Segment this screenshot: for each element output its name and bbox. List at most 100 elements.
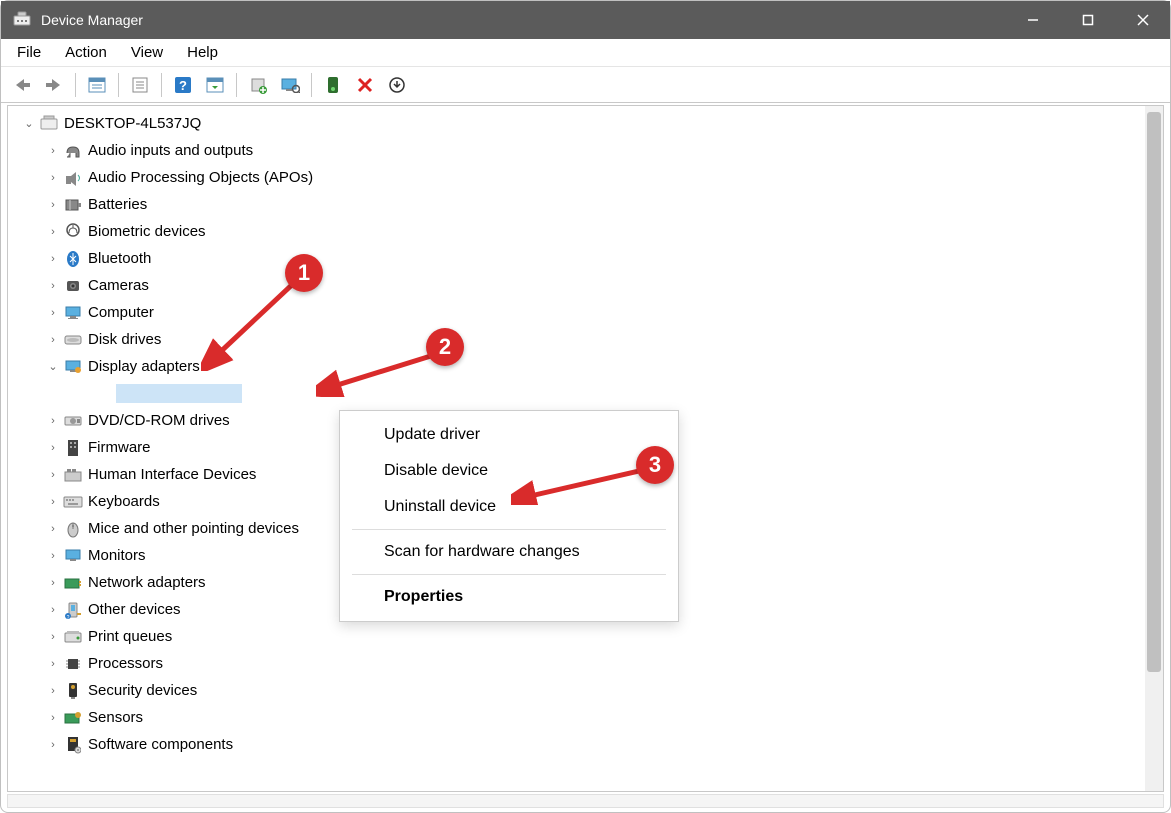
chevron-right-icon[interactable]: ›: [44, 172, 62, 184]
maximize-button[interactable]: [1060, 1, 1115, 39]
chevron-right-icon[interactable]: ›: [44, 307, 62, 319]
tree-item-label: Firmware: [88, 439, 151, 456]
toolbar-separator: [311, 73, 312, 97]
ctx-scan-hardware[interactable]: Scan for hardware changes: [340, 534, 678, 570]
scrollbar-vertical[interactable]: [1145, 106, 1163, 791]
help-button[interactable]: ?: [168, 70, 198, 100]
display-adapter-icon: [90, 384, 112, 404]
tree-item[interactable]: ›Cameras: [12, 272, 1163, 299]
chevron-right-icon[interactable]: ›: [44, 712, 62, 724]
forward-button[interactable]: [39, 70, 69, 100]
chevron-right-icon[interactable]: ›: [44, 631, 62, 643]
scan-hardware-button[interactable]: [275, 70, 305, 100]
tree-item-label: DVD/CD-ROM drives: [88, 412, 230, 429]
tree-item-label: Sensors: [88, 709, 143, 726]
chevron-right-icon[interactable]: ›: [44, 469, 62, 481]
toolbar-separator: [118, 73, 119, 97]
menu-file[interactable]: File: [5, 41, 53, 64]
tree-item[interactable]: › Print queues: [12, 623, 1163, 650]
chevron-right-icon[interactable]: ›: [44, 442, 62, 454]
chevron-right-icon[interactable]: ›: [44, 226, 62, 238]
chevron-right-icon[interactable]: ›: [44, 658, 62, 670]
ctx-properties[interactable]: Properties: [340, 579, 678, 615]
ctx-disable-device[interactable]: Disable device: [340, 453, 678, 489]
tree-item[interactable]: › Biometric devices: [12, 218, 1163, 245]
properties-button[interactable]: [125, 70, 155, 100]
chevron-down-icon[interactable]: ⌄: [44, 360, 62, 373]
update-driver-button[interactable]: [243, 70, 273, 100]
chevron-right-icon[interactable]: ›: [44, 523, 62, 535]
chevron-right-icon[interactable]: ›: [44, 199, 62, 211]
tree-item[interactable]: › Audio inputs and outputs: [12, 137, 1163, 164]
scrollbar-thumb[interactable]: [1147, 112, 1161, 672]
disable-device-button[interactable]: [350, 70, 380, 100]
tree-item-label: Biometric devices: [88, 223, 206, 240]
tree-item[interactable]: ›Security devices: [12, 677, 1163, 704]
category-icon: [62, 627, 84, 647]
app-icon: [11, 9, 33, 31]
tree-item[interactable]: ⌄Display adapters: [12, 353, 1163, 380]
chevron-right-icon[interactable]: ›: [44, 415, 62, 427]
tree-item[interactable]: ›Software components: [12, 731, 1163, 758]
menu-action[interactable]: Action: [53, 41, 119, 64]
tree-item-label: Processors: [88, 655, 163, 672]
action-button[interactable]: [200, 70, 230, 100]
ctx-separator: [352, 574, 666, 575]
tree-item[interactable]: › Sensors: [12, 704, 1163, 731]
tree-item-label: Disk drives: [88, 331, 161, 348]
window-controls: [1005, 1, 1170, 39]
back-button[interactable]: [7, 70, 37, 100]
menu-help[interactable]: Help: [175, 41, 230, 64]
menu-bar: File Action View Help: [1, 39, 1170, 67]
chevron-right-icon[interactable]: ›: [44, 334, 62, 346]
show-hide-tree-button[interactable]: [82, 70, 112, 100]
tree-item[interactable]: ›Audio Processing Objects (APOs): [12, 164, 1163, 191]
tree-root[interactable]: ⌄ DESKTOP-4L537JQ: [12, 110, 1163, 137]
chevron-right-icon[interactable]: ›: [44, 685, 62, 697]
chevron-right-icon[interactable]: ›: [44, 280, 62, 292]
tree-item-selected[interactable]: [12, 380, 1163, 407]
chevron-right-icon[interactable]: ›: [44, 550, 62, 562]
chevron-right-icon[interactable]: ›: [44, 577, 62, 589]
context-menu: Update driver Disable device Uninstall d…: [339, 410, 679, 622]
minimize-button[interactable]: [1005, 1, 1060, 39]
ctx-separator: [352, 529, 666, 530]
tree-item-label: Monitors: [88, 547, 146, 564]
chevron-right-icon[interactable]: ›: [44, 496, 62, 508]
tree-item[interactable]: › Processors: [12, 650, 1163, 677]
tree-item[interactable]: › Computer: [12, 299, 1163, 326]
tree-item[interactable]: › Disk drives: [12, 326, 1163, 353]
close-button[interactable]: [1115, 1, 1170, 39]
chevron-right-icon[interactable]: ›: [44, 253, 62, 265]
chevron-down-icon[interactable]: ⌄: [20, 117, 38, 130]
tree-item[interactable]: ›Bluetooth: [12, 245, 1163, 272]
svg-text:?: ?: [179, 78, 187, 93]
title-bar: Device Manager: [1, 1, 1170, 39]
menu-view[interactable]: View: [119, 41, 175, 64]
category-icon: [62, 276, 84, 296]
category-icon: [62, 735, 84, 755]
category-icon: [62, 519, 84, 539]
annotation-2: 2: [426, 328, 464, 366]
tree-item-label: Audio inputs and outputs: [88, 142, 253, 159]
category-icon: [62, 438, 84, 458]
ctx-update-driver[interactable]: Update driver: [340, 417, 678, 453]
chevron-right-icon[interactable]: ›: [44, 145, 62, 157]
category-icon: [62, 222, 84, 242]
ctx-uninstall-device[interactable]: Uninstall device: [340, 489, 678, 525]
chevron-right-icon[interactable]: ›: [44, 739, 62, 751]
uninstall-device-button[interactable]: [382, 70, 412, 100]
enable-device-button[interactable]: [318, 70, 348, 100]
tree-root-label: DESKTOP-4L537JQ: [64, 115, 201, 132]
category-icon: [62, 546, 84, 566]
tree-item-label: Print queues: [88, 628, 172, 645]
tree-item[interactable]: ›Batteries: [12, 191, 1163, 218]
tree-item-label: Computer: [88, 304, 154, 321]
status-bar: [7, 794, 1164, 808]
category-icon: [62, 465, 84, 485]
window-title: Device Manager: [41, 12, 1005, 28]
annotation-1: 1: [285, 254, 323, 292]
tree-item-label: [116, 384, 242, 403]
tree-item-label: Mice and other pointing devices: [88, 520, 299, 537]
chevron-right-icon[interactable]: ›: [44, 604, 62, 616]
